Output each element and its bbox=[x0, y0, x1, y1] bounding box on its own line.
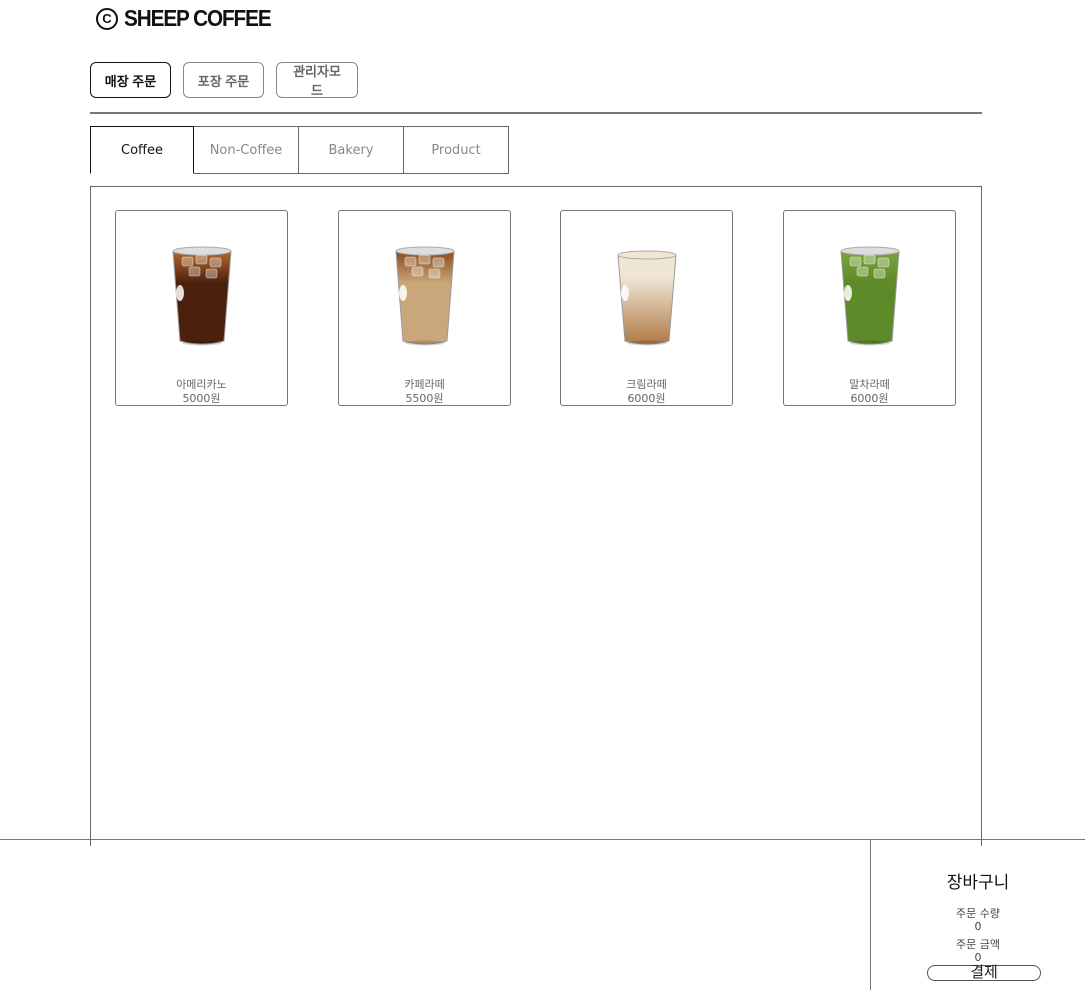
product-price: 6000원 bbox=[627, 392, 666, 405]
takeout-order-button[interactable]: 포장 주문 bbox=[183, 62, 264, 98]
product-price: 6000원 bbox=[850, 392, 889, 405]
product-price: 5500원 bbox=[405, 392, 444, 405]
product-price: 5000원 bbox=[182, 392, 221, 405]
category-tabs: Coffee Non-Coffee Bakery Product bbox=[90, 126, 509, 174]
cart-panel: 장바구니 주문 수량 0 주문 금액 0 결제 bbox=[870, 839, 1085, 990]
tab-non-coffee[interactable]: Non-Coffee bbox=[194, 126, 299, 174]
iced-latte-icon bbox=[394, 246, 455, 346]
iced-americano-icon bbox=[171, 246, 232, 346]
tab-coffee[interactable]: Coffee bbox=[90, 126, 194, 174]
copyright-icon: C bbox=[96, 7, 118, 30]
header-divider bbox=[90, 112, 982, 114]
cream-latte-icon bbox=[616, 250, 677, 346]
order-qty-label: 주문 수량 bbox=[956, 907, 1000, 920]
pay-button[interactable]: 결제 bbox=[927, 965, 1041, 981]
order-qty-value: 0 bbox=[974, 920, 982, 933]
order-amount-value: 0 bbox=[974, 951, 982, 964]
tab-bakery[interactable]: Bakery bbox=[299, 126, 404, 174]
matcha-latte-icon bbox=[839, 246, 900, 346]
product-card-cream-latte[interactable]: 크림라떼 6000원 bbox=[560, 210, 733, 406]
product-card-matcha-latte[interactable]: 말차라떼 6000원 bbox=[783, 210, 956, 406]
dine-in-order-button[interactable]: 매장 주문 bbox=[90, 62, 171, 98]
product-card-americano[interactable]: 아메리카노 5000원 bbox=[115, 210, 288, 406]
tab-product[interactable]: Product bbox=[404, 126, 509, 174]
order-amount-label: 주문 금액 bbox=[956, 938, 1000, 951]
cart-title: 장바구니 bbox=[946, 873, 1010, 893]
brand-name: SHEEP COFFEE bbox=[124, 5, 272, 31]
brand-logo[interactable]: C SHEEP COFFEE bbox=[96, 5, 287, 32]
order-mode-buttons: 매장 주문 포장 주문 관리자모드 bbox=[90, 62, 358, 98]
product-card-cafe-latte[interactable]: 카페라떼 5500원 bbox=[338, 210, 511, 406]
admin-mode-button[interactable]: 관리자모드 bbox=[276, 62, 358, 98]
menu-panel: 아메리카노 5000원 카페라떼 5500원 크림라떼 6000원 말차라떼 6… bbox=[90, 186, 982, 846]
